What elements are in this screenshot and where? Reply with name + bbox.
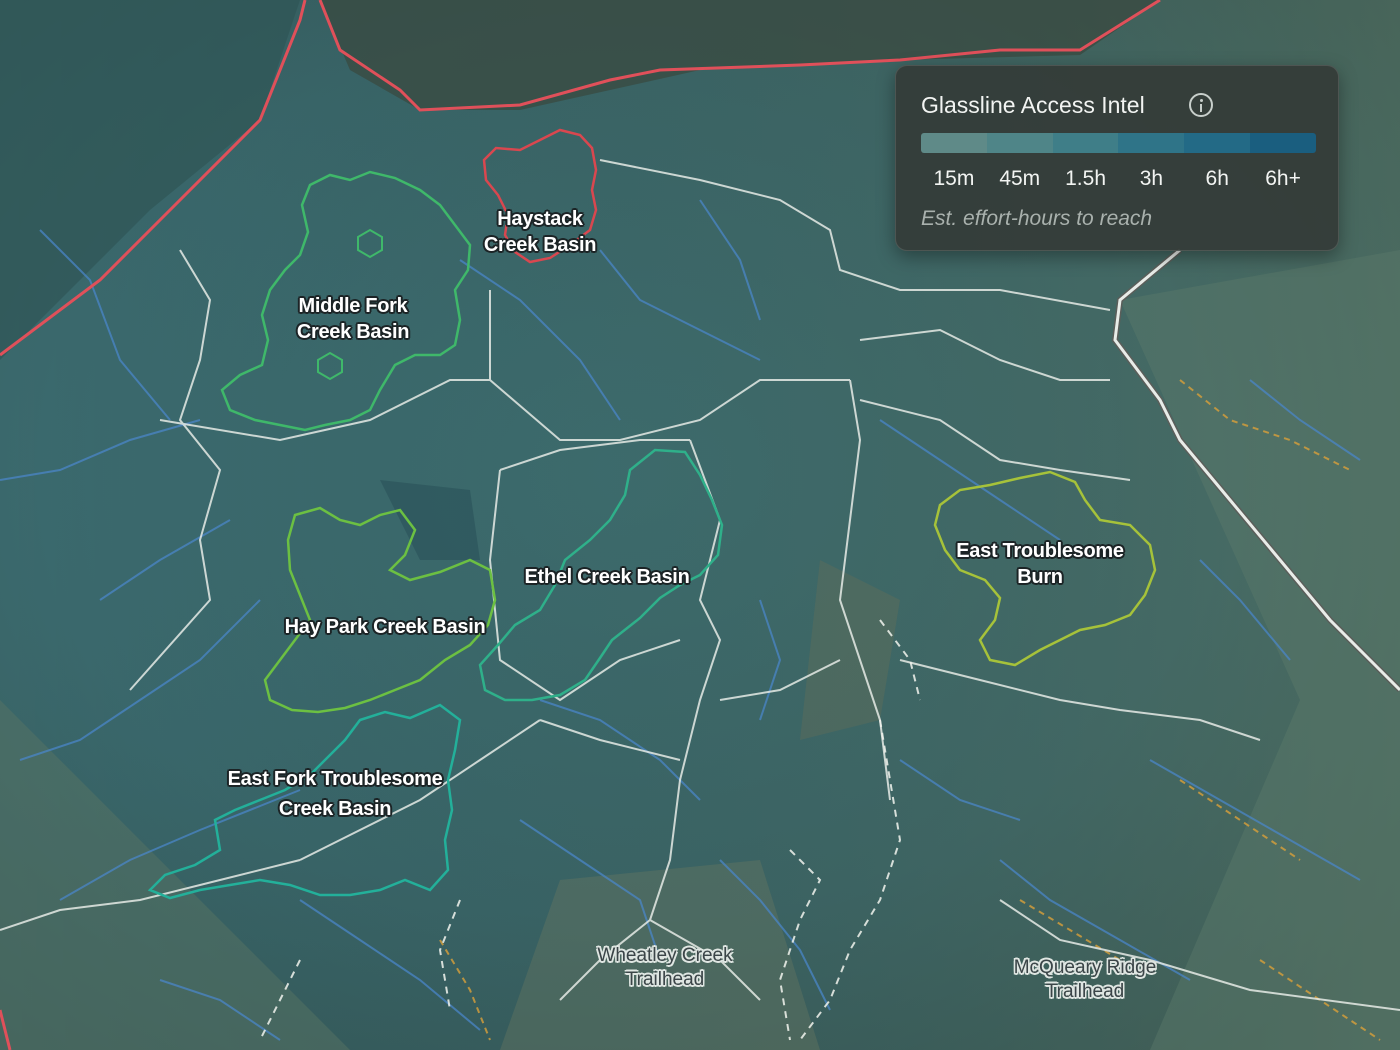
mcqueary-ridge-trailhead-label[interactable]: McQueary Ridge Trailhead: [1014, 956, 1157, 1004]
ethel-label-line1: Ethel Creek Basin: [524, 566, 690, 588]
hay-park-label-line1: Hay Park Creek Basin: [284, 616, 486, 638]
legend-title: Glassline Access Intel: [921, 92, 1145, 118]
legend-color-scale: [921, 133, 1316, 153]
legend-tick-label: 1.5h: [1065, 167, 1106, 190]
access-legend-panel: Glassline Access Intel 15m 45m 1.5h 3h 6…: [895, 65, 1339, 251]
haystack-label-line1: Haystack: [497, 208, 583, 230]
mcqueary-label-line1: McQueary Ridge: [1013, 957, 1157, 978]
east-troublesome-burn-label-line1: East Troublesome: [956, 540, 1124, 562]
legend-swatch: [1250, 133, 1316, 153]
legend-swatch: [1052, 133, 1119, 153]
legend-swatch: [986, 133, 1053, 153]
hay-park-creek-basin-label[interactable]: Hay Park Creek Basin: [285, 614, 486, 640]
legend-tick-label: 15m: [933, 167, 975, 190]
legend-swatch: [1118, 133, 1185, 153]
middle-fork-creek-basin-label[interactable]: Middle Fork Creek Basin: [296, 293, 410, 345]
legend-note: Est. effort-hours to reach: [921, 207, 1153, 230]
east-fork-label-line2: Creek Basin: [278, 798, 392, 820]
legend-swatch: [1184, 133, 1251, 153]
legend-swatch: [921, 133, 987, 153]
middle-fork-label-line2: Creek Basin: [296, 321, 410, 343]
haystack-label-line2: Creek Basin: [483, 234, 597, 256]
legend-tick-labels: 15m 45m 1.5h 3h 6h 6h+: [921, 165, 1316, 193]
east-fork-troublesome-creek-basin-label[interactable]: East Fork Troublesome Creek Basin: [228, 766, 443, 822]
info-icon[interactable]: [1189, 93, 1213, 117]
middle-fork-label-line1: Middle Fork: [298, 295, 408, 317]
mcqueary-label-line2: Trailhead: [1045, 981, 1125, 1002]
east-troublesome-burn-label-line2: Burn: [1017, 566, 1063, 588]
legend-tick-label: 3h: [1139, 167, 1164, 190]
legend-tick-label: 6h: [1205, 167, 1229, 190]
legend-tick-label: 45m: [999, 167, 1041, 190]
wheatley-label-line2: Trailhead: [625, 969, 705, 990]
ethel-creek-basin-label[interactable]: Ethel Creek Basin: [525, 564, 690, 590]
east-fork-label-line1: East Fork Troublesome: [227, 768, 443, 790]
east-troublesome-burn-label[interactable]: East Troublesome Burn: [956, 538, 1124, 590]
wheatley-label-line1: Wheatley Creek: [597, 945, 733, 966]
wheatley-creek-trailhead-label[interactable]: Wheatley Creek Trailhead: [597, 944, 732, 992]
legend-tick-label: 6h+: [1265, 167, 1301, 190]
haystack-creek-basin-label[interactable]: Haystack Creek Basin: [483, 206, 597, 258]
